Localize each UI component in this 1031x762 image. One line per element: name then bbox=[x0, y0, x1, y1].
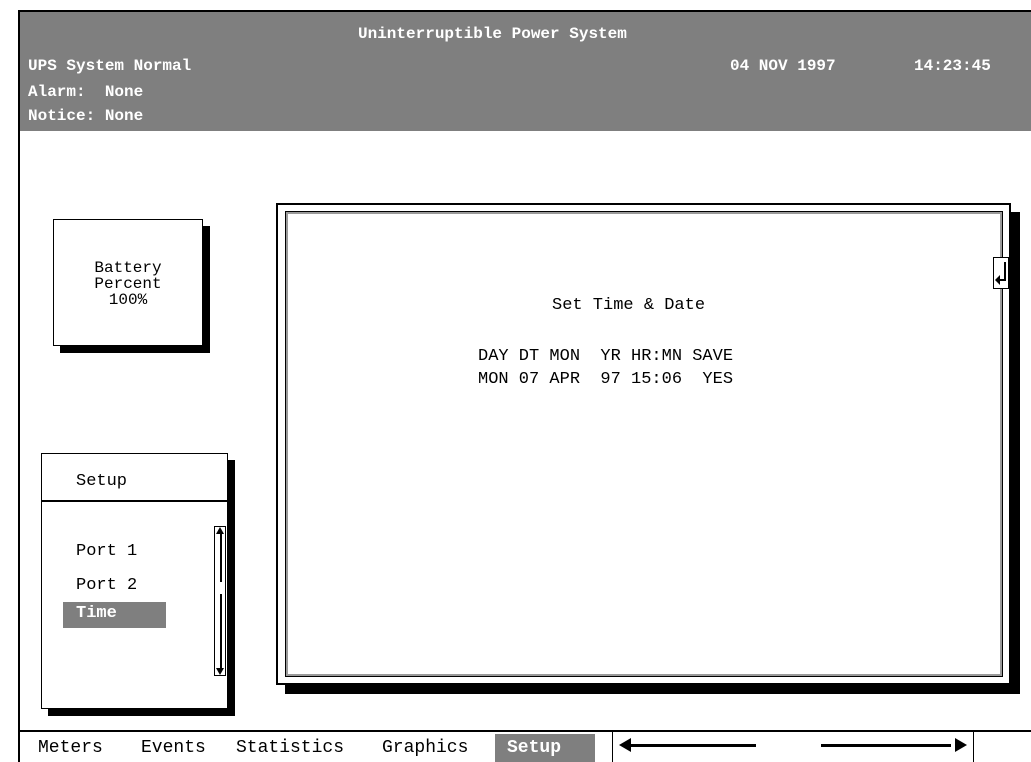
setup-menu: Setup Port 1 Port 2 Time bbox=[41, 453, 228, 709]
time-date-field-headers: DAY DT MON YR HR:MN SAVE bbox=[478, 347, 734, 366]
tab-setup[interactable]: Setup bbox=[495, 734, 595, 762]
time-date-panel: Set Time & Date DAY DT MON YR HR:MN SAVE… bbox=[276, 203, 1011, 685]
scroll-up-arrow-icon[interactable] bbox=[216, 527, 224, 534]
enter-arrow-icon[interactable] bbox=[993, 257, 1009, 289]
scroll-right-arrow-icon[interactable] bbox=[955, 738, 967, 752]
menu-scrollbar[interactable] bbox=[214, 526, 226, 676]
menu-item-time[interactable]: Time bbox=[63, 602, 166, 628]
battery-label-line1: Battery bbox=[94, 259, 162, 277]
alarm-status: Alarm: None bbox=[28, 83, 144, 101]
battery-percent-value: 100% bbox=[108, 291, 148, 309]
menu-item-port-2[interactable]: Port 2 bbox=[76, 576, 137, 595]
tab-scrollbar[interactable] bbox=[612, 732, 974, 762]
app-title: Uninterruptible Power System bbox=[358, 25, 627, 43]
scrollbar-track-left bbox=[629, 744, 756, 747]
scrollbar-track-right bbox=[821, 744, 951, 747]
time-date-field-values[interactable]: MON 07 APR 97 15:06 YES bbox=[478, 370, 733, 389]
panel-inner-border: Set Time & Date DAY DT MON YR HR:MN SAVE… bbox=[285, 211, 1009, 677]
scrollbar-gap bbox=[219, 582, 223, 594]
panel-title: Set Time & Date bbox=[552, 296, 706, 315]
scrollbar-track bbox=[220, 533, 222, 669]
scroll-down-arrow-icon[interactable] bbox=[216, 668, 224, 675]
header-date: 04 NOV 1997 bbox=[730, 57, 836, 75]
status-header: Uninterruptible Power System UPS System … bbox=[20, 12, 1031, 131]
notice-status: Notice: None bbox=[28, 107, 144, 125]
tab-statistics[interactable]: Statistics bbox=[236, 738, 344, 758]
menu-title: Setup bbox=[76, 472, 128, 491]
menu-item-port-1[interactable]: Port 1 bbox=[76, 542, 137, 561]
battery-percent-box: Battery Percent 100% bbox=[53, 219, 203, 346]
battery-label-line2: Percent bbox=[94, 275, 162, 293]
header-time: 14:23:45 bbox=[914, 57, 991, 75]
tab-events[interactable]: Events bbox=[141, 738, 206, 758]
bottom-tab-bar: Meters Events Statistics Graphics Setup bbox=[20, 730, 1031, 762]
tab-graphics[interactable]: Graphics bbox=[382, 738, 468, 758]
tab-meters[interactable]: Meters bbox=[38, 738, 103, 758]
menu-divider bbox=[42, 500, 227, 502]
system-status: UPS System Normal bbox=[28, 57, 192, 75]
